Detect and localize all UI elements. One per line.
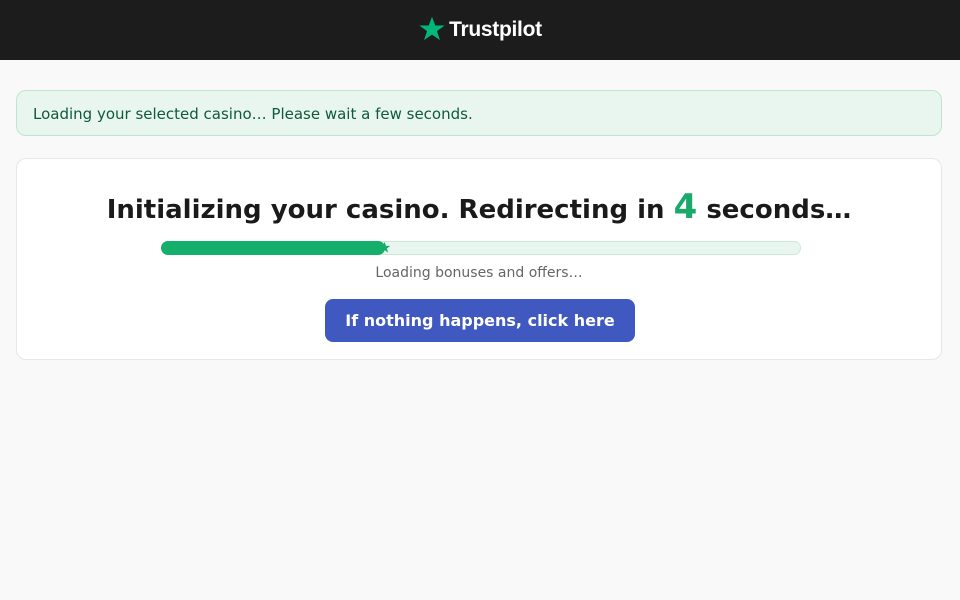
trustpilot-logo[interactable]: Trustpilot	[418, 16, 542, 43]
notice-text: Loading your selected casino… Please wai…	[33, 105, 473, 123]
heading-prefix: Initializing your casino. Redirecting in	[106, 195, 674, 225]
manual-redirect-button[interactable]: If nothing happens, click here	[325, 299, 635, 342]
status-text: Loading bonuses and offers…	[375, 265, 583, 281]
redirect-card: Initializing your casino. Redirecting in…	[16, 158, 942, 360]
progress-fill	[161, 241, 385, 255]
progress-star-icon	[378, 241, 391, 254]
loading-notice: Loading your selected casino… Please wai…	[16, 90, 942, 136]
progress-bar	[161, 241, 801, 255]
redirect-heading: Initializing your casino. Redirecting in…	[17, 187, 941, 227]
heading-suffix: seconds…	[697, 195, 852, 225]
countdown-number: 4	[673, 187, 698, 227]
top-bar: Trustpilot	[0, 0, 960, 60]
brand-name: Trustpilot	[449, 18, 542, 41]
star-icon	[418, 16, 446, 43]
